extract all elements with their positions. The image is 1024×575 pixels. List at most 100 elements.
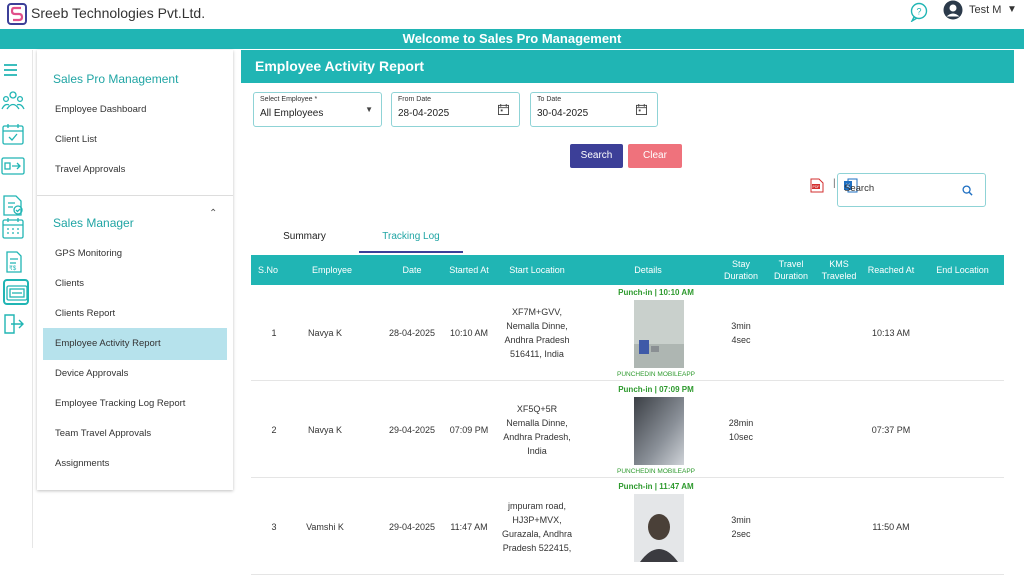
employee-select[interactable]: Select Employee * All Employees ▼ — [253, 92, 382, 127]
column-header[interactable]: Employee — [285, 255, 379, 285]
column-header[interactable]: End Location — [921, 255, 1004, 285]
table-row[interactable]: 1 Navya K 28-04-2025 10:10 AM XF7M+GVV, … — [251, 285, 1004, 381]
search-button[interactable]: Search — [570, 144, 623, 168]
location-line: Andhra Pradesh — [504, 335, 570, 345]
team-icon[interactable] — [1, 88, 25, 112]
employee-select-value[interactable]: All Employees — [260, 108, 323, 119]
svg-text:?: ? — [916, 7, 921, 17]
stay-line: 4sec — [731, 335, 751, 345]
location-line: XF7M+GVV, — [512, 307, 562, 317]
column-header[interactable]: Stay Duration — [719, 255, 763, 285]
location-line: Gurazala, Andhra — [501, 529, 573, 539]
search-input[interactable] — [844, 183, 944, 194]
tab-summary[interactable]: Summary — [253, 227, 356, 253]
chevron-up-icon[interactable]: ⌃ — [209, 208, 217, 219]
punch-photo[interactable] — [634, 494, 684, 562]
punch-label: Punch-in | 07:09 PM — [618, 385, 694, 394]
cell-start-location: XF5Q+5R Nemalla Dinne, Andhra Pradesh, I… — [497, 382, 577, 478]
sidebar-divider — [37, 195, 233, 196]
main-content: Employee Activity Report Select Employee… — [241, 50, 1014, 575]
location-line: 516411, India — [510, 349, 564, 359]
employee-select-label: Select Employee * — [260, 96, 318, 103]
punch-photo[interactable] — [634, 397, 684, 465]
cell-stay-duration: 3min 4sec — [719, 285, 763, 381]
column-header[interactable]: S.No — [251, 255, 285, 285]
calendar-grid-icon[interactable] — [1, 216, 25, 240]
cell-employee: Navya K — [307, 328, 342, 338]
cell-date: 29-04-2025 — [388, 522, 436, 532]
sidebar-nav: Sales Pro Management Employee Dashboard … — [37, 50, 233, 490]
location-line: HJ3P+MVX, — [512, 515, 562, 525]
help-chat-icon[interactable]: ? — [909, 2, 929, 22]
to-date-field[interactable]: To Date 30-04-2025 — [530, 92, 658, 127]
stay-line: 28min — [728, 418, 754, 428]
table-row[interactable]: 3 Vamshi K 29-04-2025 11:47 AM jmpuram r… — [251, 479, 1004, 575]
punch-photo[interactable] — [634, 300, 684, 368]
sidebar-item-employee-tracking-log-report[interactable]: Employee Tracking Log Report — [43, 388, 227, 420]
sidebar-section-sales-manager[interactable]: Sales Manager — [53, 216, 134, 230]
column-header[interactable]: Started At — [447, 255, 491, 285]
sidebar-item-employee-dashboard[interactable]: Employee Dashboard — [43, 94, 227, 126]
stay-line: 2sec — [731, 529, 751, 539]
pdf-export-icon[interactable]: PDF — [810, 178, 824, 193]
cell-date: 28-04-2025 — [388, 328, 436, 338]
clear-button[interactable]: Clear — [628, 144, 682, 168]
column-header[interactable]: Details — [583, 255, 713, 285]
tab-tracking-log[interactable]: Tracking Log — [359, 227, 463, 253]
svg-text:PDF: PDF — [813, 185, 820, 189]
punch-label: Punch-in | 10:10 AM — [618, 288, 694, 297]
map-approval-icon[interactable] — [1, 193, 25, 217]
cell-reached-at: 07:37 PM — [871, 425, 911, 435]
sidebar-item-client-list[interactable]: Client List — [43, 124, 227, 156]
transfer-icon[interactable] — [1, 154, 25, 178]
icon-rail: ₹$ — [0, 50, 33, 548]
table-search-box[interactable] — [837, 173, 986, 207]
user-name[interactable]: Test M — [969, 4, 1001, 16]
table-row[interactable]: 2 Navya K 29-04-2025 07:09 PM XF5Q+5R Ne… — [251, 382, 1004, 478]
dropdown-arrow-icon[interactable]: ▼ — [365, 105, 373, 114]
cell-reached-at: 10:13 AM — [871, 328, 911, 338]
from-date-label: From Date — [398, 96, 432, 103]
column-header[interactable]: Start Location — [491, 255, 583, 285]
sidebar-item-clients-report[interactable]: Clients Report — [43, 298, 227, 330]
calendar-icon[interactable] — [498, 104, 509, 115]
search-icon[interactable] — [962, 185, 973, 196]
calendar-check-icon[interactable] — [1, 122, 25, 146]
from-date-value[interactable]: 28-04-2025 — [398, 108, 449, 119]
sidebar-item-travel-approvals[interactable]: Travel Approvals — [43, 154, 227, 186]
sidebar-item-gps-monitoring[interactable]: GPS Monitoring — [43, 238, 227, 270]
user-avatar-icon[interactable] — [943, 0, 963, 20]
cell-started-at: 10:10 AM — [449, 328, 489, 338]
company-name: Sreeb Technologies Pvt.Ltd. — [31, 5, 206, 21]
to-date-value[interactable]: 30-04-2025 — [537, 108, 588, 119]
welcome-banner: Welcome to Sales Pro Management — [0, 29, 1024, 49]
sidebar-item-clients[interactable]: Clients — [43, 268, 227, 300]
from-date-field[interactable]: From Date 28-04-2025 — [391, 92, 520, 127]
logout-icon[interactable] — [1, 312, 25, 336]
top-bar: Sreeb Technologies Pvt.Ltd. ? Test M ▼ — [0, 0, 1024, 28]
sidebar-item-assignments[interactable]: Assignments — [43, 448, 227, 480]
cell-date: 29-04-2025 — [388, 425, 436, 435]
cell-start-location: jmpuram road, HJ3P+MVX, Gurazala, Andhra… — [497, 479, 577, 575]
location-line: Nemalla Dinne, — [506, 418, 568, 428]
sidebar-item-employee-activity-report[interactable]: Employee Activity Report — [43, 328, 227, 360]
document-money-icon[interactable]: ₹$ — [1, 250, 25, 274]
report-icon[interactable] — [3, 279, 29, 305]
icon-separator: | — [833, 178, 836, 189]
user-menu-chevron-down-icon[interactable]: ▼ — [1007, 4, 1017, 15]
column-header[interactable]: Travel Duration — [767, 255, 815, 285]
to-date-label: To Date — [537, 96, 562, 103]
calendar-icon[interactable] — [636, 104, 647, 115]
column-header[interactable]: Reached At — [861, 255, 921, 285]
sidebar-item-device-approvals[interactable]: Device Approvals — [43, 358, 227, 390]
menu-icon[interactable] — [2, 59, 26, 83]
sidebar-item-team-travel-approvals[interactable]: Team Travel Approvals — [43, 418, 227, 450]
cell-employee: Navya K — [307, 425, 342, 435]
table-header: S.No Employee Date Started At Start Loca… — [251, 255, 1004, 285]
stay-line: 3min — [731, 321, 751, 331]
location-line: jmpuram road, — [507, 501, 567, 511]
column-header[interactable]: Date — [379, 255, 445, 285]
sidebar-section-sales-pro[interactable]: Sales Pro Management — [53, 72, 178, 86]
column-header[interactable]: KMS Traveled — [817, 255, 861, 285]
company-logo — [7, 3, 27, 25]
